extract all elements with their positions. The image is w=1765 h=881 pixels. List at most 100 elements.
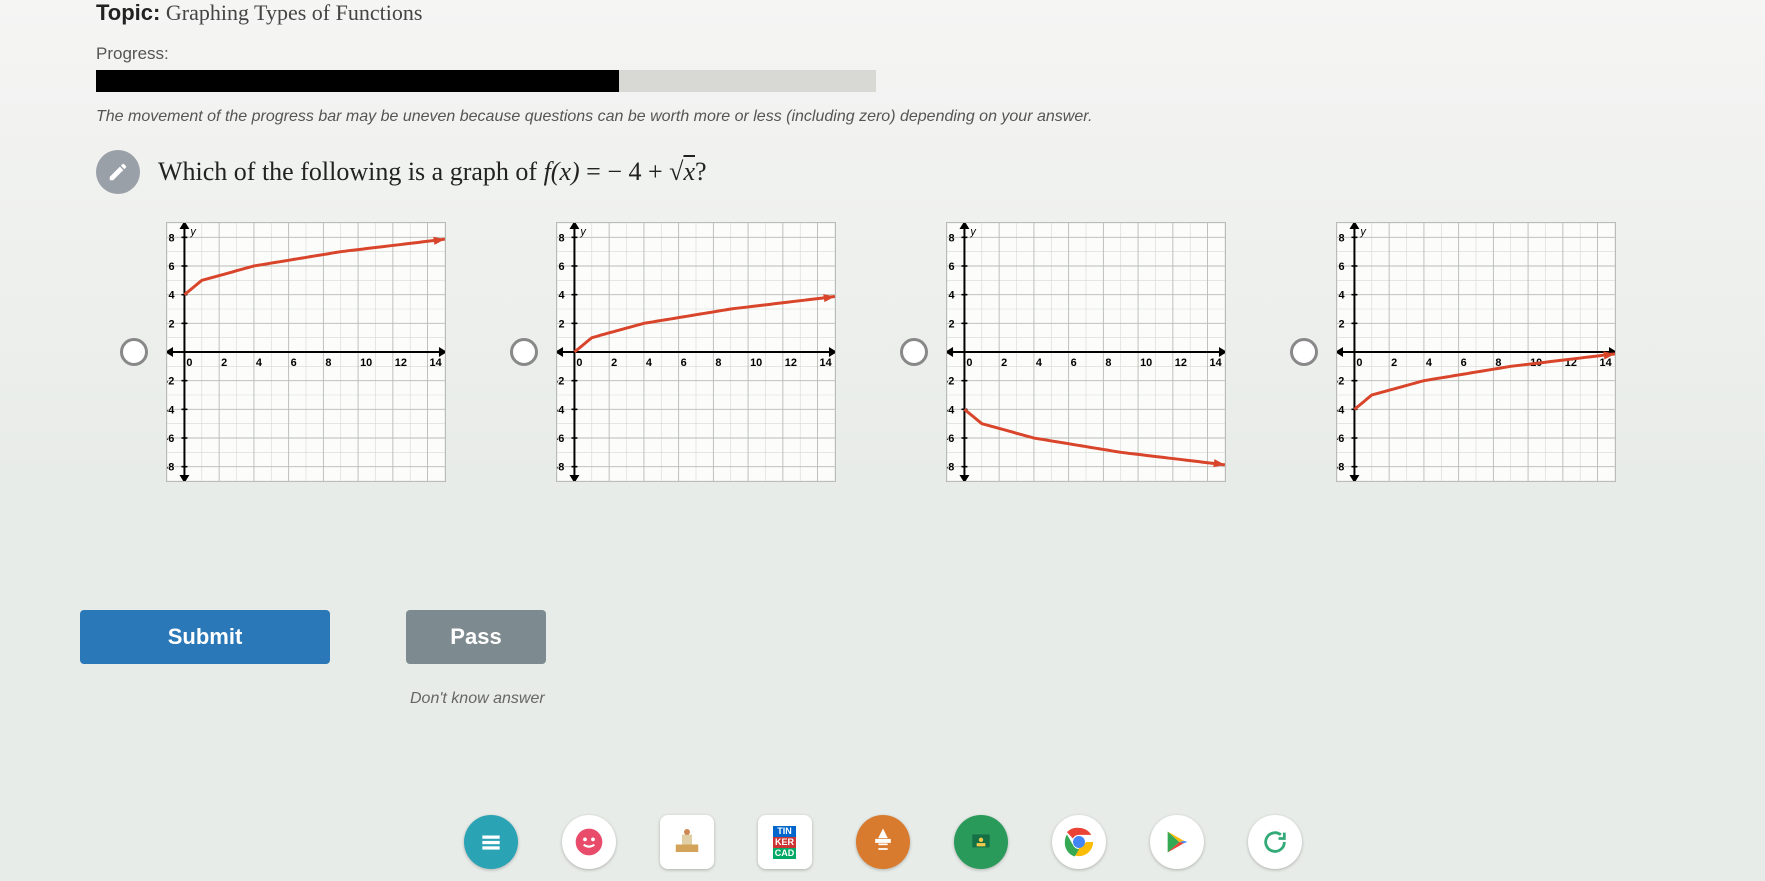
svg-text:8: 8 (715, 357, 721, 369)
svg-text:-2: -2 (947, 376, 954, 388)
submit-button[interactable]: Submit (80, 610, 330, 664)
radio-b[interactable] (510, 338, 538, 366)
svg-text:4: 4 (256, 357, 262, 369)
svg-text:2: 2 (559, 318, 565, 330)
svg-text:-2: -2 (167, 376, 174, 388)
svg-text:8: 8 (169, 232, 175, 244)
svg-text:14: 14 (820, 357, 832, 369)
svg-text:-4: -4 (557, 404, 564, 416)
svg-text:2: 2 (221, 357, 227, 369)
chrome-icon[interactable] (1052, 815, 1106, 869)
sync-icon[interactable] (1248, 815, 1302, 869)
options-row: y 0 2 4 6 8 10 12 14 2 4 6 8 -2 -4 -6 -8 y 0 2 4 6 8 10 12 14 2 4 6… (96, 222, 1765, 482)
graph-c: y 0 2 4 6 8 10 12 14 2 4 6 8 -2 -4 -6 -8 (946, 222, 1226, 482)
svg-text:6: 6 (559, 261, 565, 273)
svg-text:10: 10 (360, 357, 372, 369)
svg-text:-6: -6 (167, 433, 174, 445)
option-a[interactable]: y024681012142468-2-4-6-8 (120, 222, 446, 482)
svg-text:0: 0 (186, 357, 192, 369)
svg-text:8: 8 (559, 232, 565, 244)
svg-text:-6: -6 (557, 433, 564, 445)
play-store-icon[interactable] (1150, 815, 1204, 869)
svg-text:-2: -2 (557, 376, 564, 388)
option-b[interactable]: y024681012142468-2-4-6-8 (510, 222, 836, 482)
svg-text:6: 6 (1461, 357, 1467, 369)
messages-icon[interactable] (562, 815, 616, 869)
svg-text:8: 8 (1339, 232, 1345, 244)
svg-text:4: 4 (949, 290, 955, 302)
question-radicand: x (683, 157, 695, 186)
tinkercad-icon[interactable]: TINKERCAD (758, 815, 812, 869)
svg-text:6: 6 (1339, 261, 1345, 273)
svg-text:-6: -6 (1337, 433, 1344, 445)
svg-text:-8: -8 (557, 462, 564, 474)
svg-text:-8: -8 (167, 462, 174, 474)
radio-a[interactable] (120, 338, 148, 366)
question-sqrt: √ (669, 157, 683, 186)
svg-text:12: 12 (1175, 357, 1187, 369)
svg-text:6: 6 (681, 357, 687, 369)
taskbar: TINKERCAD (0, 803, 1765, 881)
builder-icon[interactable] (660, 815, 714, 869)
dont-know-link[interactable]: Don't know answer (410, 690, 545, 708)
svg-text:2: 2 (1391, 357, 1397, 369)
svg-text:2: 2 (1001, 357, 1007, 369)
question-prefix: Which of the following is a graph of (158, 157, 544, 186)
svg-text:14: 14 (1210, 357, 1222, 369)
topic-row: Topic: Graphing Types of Functions (96, 0, 1765, 26)
svg-text:-4: -4 (1337, 404, 1344, 416)
svg-text:y: y (189, 226, 196, 238)
question-mid: = − 4 + (586, 157, 669, 186)
progress-fill (96, 70, 619, 92)
classroom-icon[interactable] (954, 815, 1008, 869)
question-lhs: f(x) (544, 157, 580, 186)
question-text: Which of the following is a graph of f(x… (158, 157, 707, 187)
graph-a: y024681012142468-2-4-6-8 (166, 222, 446, 482)
svg-text:10: 10 (750, 357, 762, 369)
radio-c[interactable] (900, 338, 928, 366)
svg-text:8: 8 (1105, 357, 1111, 369)
svg-text:10: 10 (1140, 357, 1152, 369)
knowledge-icon[interactable] (856, 815, 910, 869)
svg-text:4: 4 (1426, 357, 1432, 369)
svg-text:-8: -8 (947, 462, 954, 474)
svg-text:12: 12 (785, 357, 797, 369)
pencil-icon (96, 150, 140, 194)
progress-label: Progress: (96, 44, 1765, 64)
svg-text:4: 4 (169, 290, 175, 302)
option-d[interactable]: y024681012142468-2-4-6-8 (1290, 222, 1616, 482)
graph-b: y024681012142468-2-4-6-8 (556, 222, 836, 482)
svg-text:4: 4 (646, 357, 652, 369)
svg-text:4: 4 (1339, 290, 1345, 302)
progress-bar (96, 70, 876, 92)
svg-text:2: 2 (949, 318, 955, 330)
topic-label: Topic: (96, 0, 160, 25)
question-suffix: ? (695, 157, 707, 186)
graph-d: y024681012142468-2-4-6-8 (1336, 222, 1616, 482)
svg-text:6: 6 (949, 261, 955, 273)
pass-button[interactable]: Pass (406, 610, 546, 664)
question-row: Which of the following is a graph of f(x… (96, 150, 1765, 194)
svg-text:-6: -6 (947, 433, 954, 445)
svg-text:y: y (1359, 226, 1366, 238)
svg-text:4: 4 (1036, 357, 1042, 369)
svg-text:8: 8 (949, 232, 955, 244)
svg-text:0: 0 (576, 357, 582, 369)
svg-text:6: 6 (1071, 357, 1077, 369)
files-icon[interactable] (464, 815, 518, 869)
svg-text:-2: -2 (1337, 376, 1344, 388)
option-c[interactable]: y 0 2 4 6 8 10 12 14 2 4 6 8 -2 -4 -6 -8 (900, 222, 1226, 482)
svg-text:12: 12 (395, 357, 407, 369)
svg-text:14: 14 (430, 357, 442, 369)
svg-text:2: 2 (169, 318, 175, 330)
radio-d[interactable] (1290, 338, 1318, 366)
svg-text:y: y (969, 226, 976, 238)
svg-text:0: 0 (966, 357, 972, 369)
svg-text:2: 2 (611, 357, 617, 369)
svg-text:y: y (579, 226, 586, 238)
svg-text:-8: -8 (1337, 462, 1344, 474)
svg-text:-4: -4 (947, 404, 954, 416)
svg-text:2: 2 (1339, 318, 1345, 330)
progress-note: The movement of the progress bar may be … (96, 108, 1765, 126)
svg-text:6: 6 (291, 357, 297, 369)
